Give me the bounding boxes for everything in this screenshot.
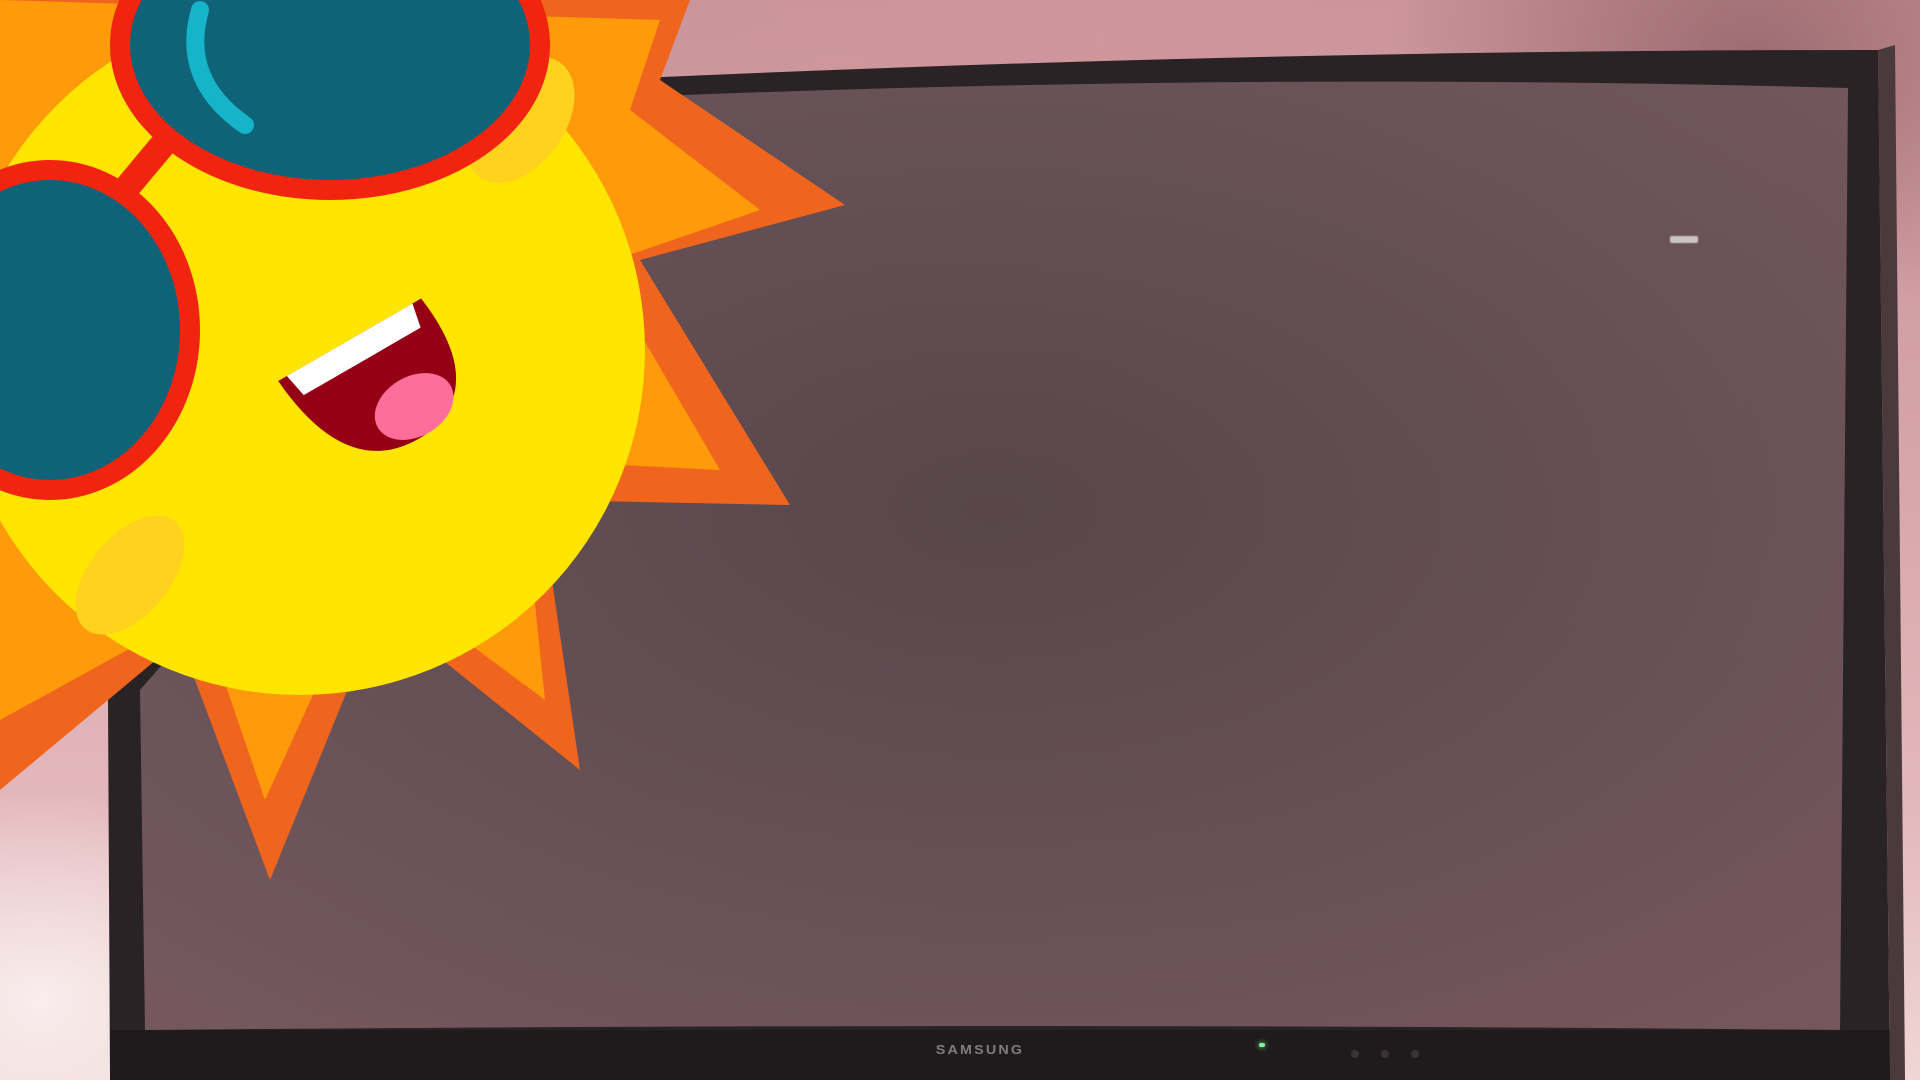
photo-scene: SAMSUNG xyxy=(0,0,1920,1080)
monitor-button xyxy=(1381,1050,1389,1058)
monitor-button xyxy=(1411,1050,1419,1058)
power-led xyxy=(1259,1043,1265,1047)
sun-sticker xyxy=(0,0,845,880)
monitor-button xyxy=(1351,1050,1359,1058)
screen-indicator-mark xyxy=(1670,236,1698,243)
sunglasses-lens xyxy=(0,160,200,500)
brand-logo: SAMSUNG xyxy=(935,1041,1025,1057)
